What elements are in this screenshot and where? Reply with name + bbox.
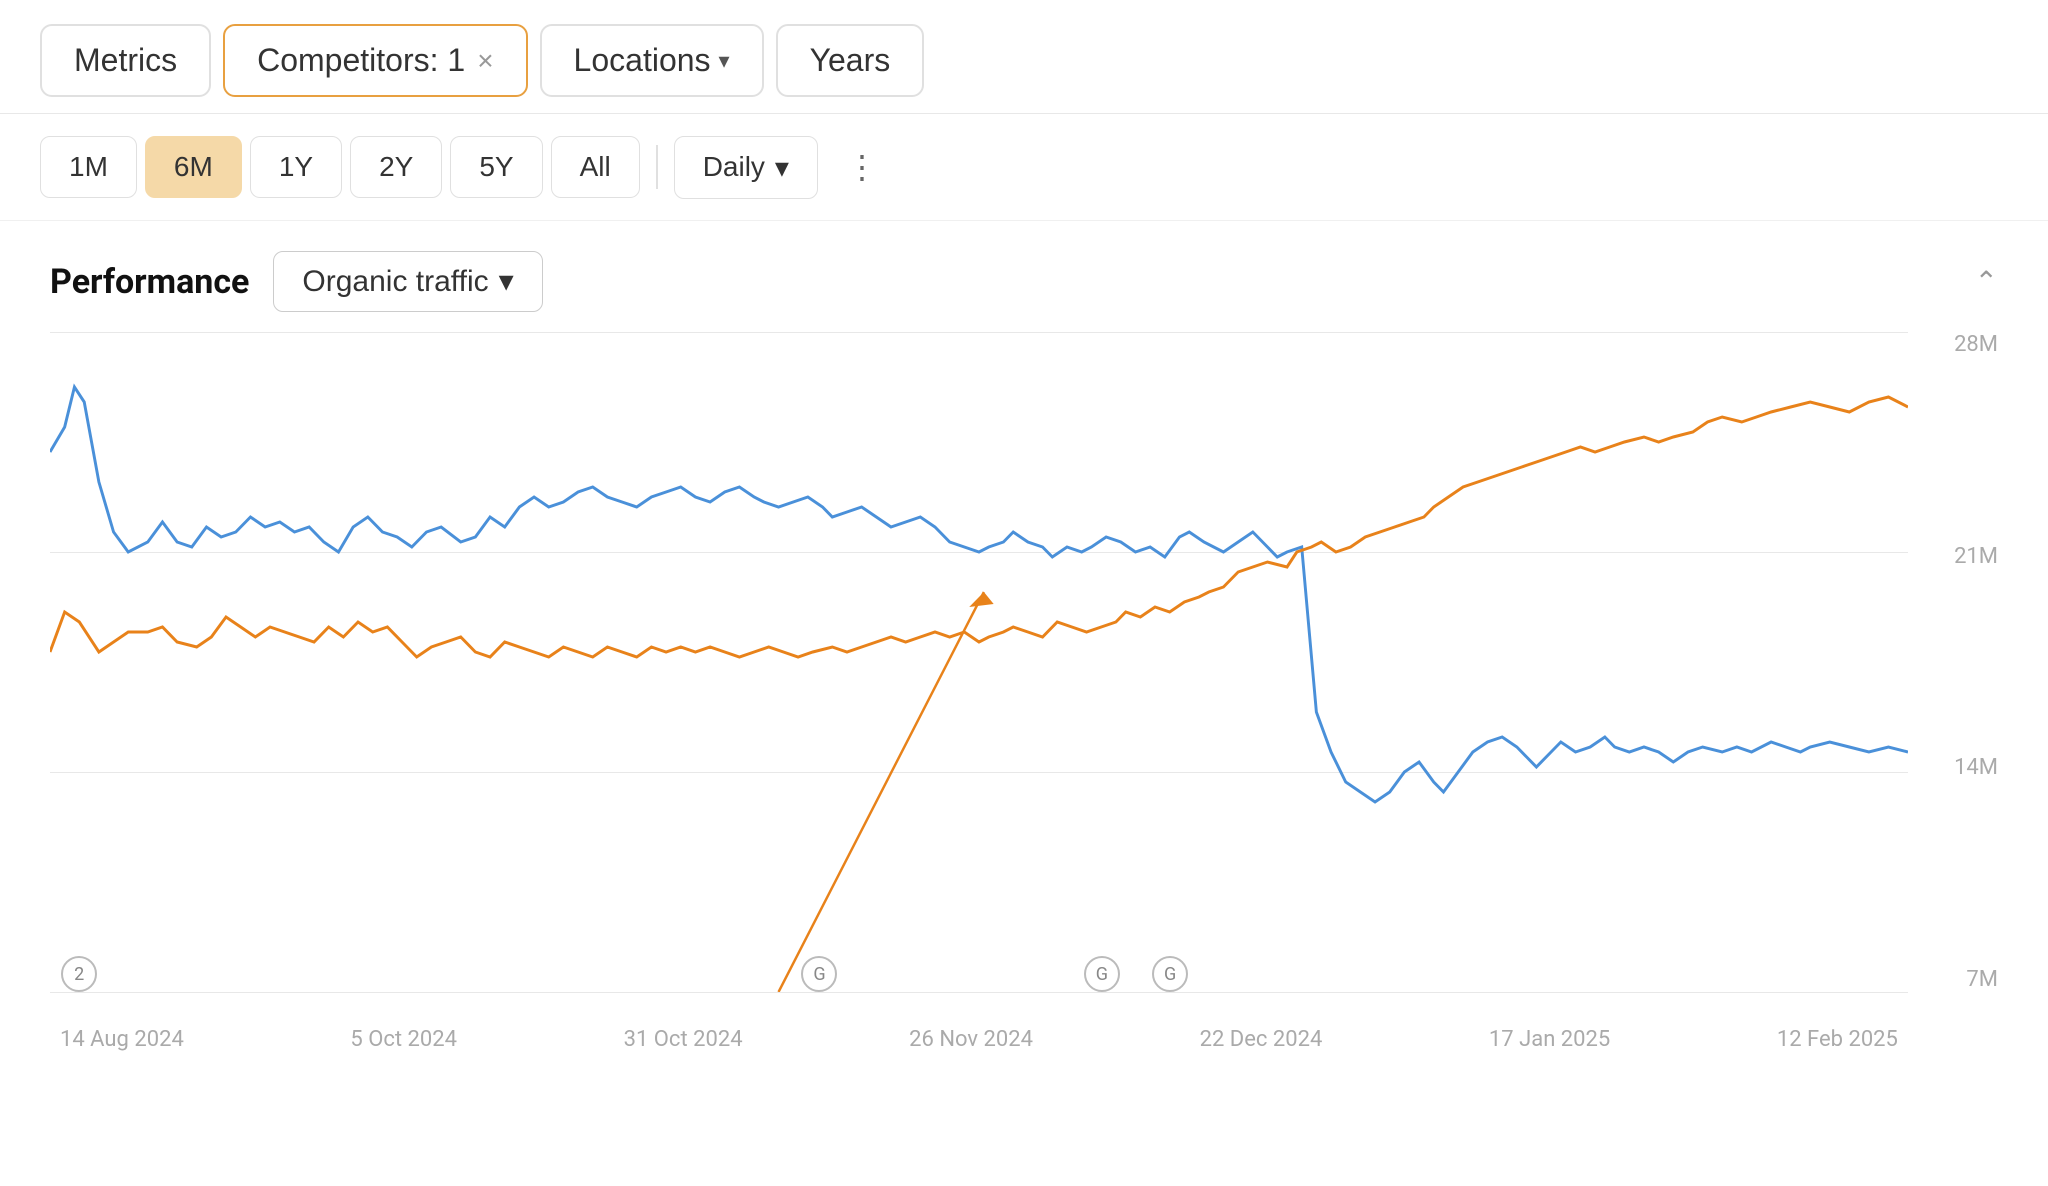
competitors-button[interactable]: Competitors: 1 ×: [223, 24, 527, 97]
x-label-nov: 26 Nov 2024: [909, 1027, 1033, 1052]
chevron-up-icon: ⌃: [1975, 266, 1998, 297]
1m-button[interactable]: 1M: [40, 136, 137, 198]
collapse-button[interactable]: ⌃: [1975, 265, 1998, 298]
metrics-button[interactable]: Metrics: [40, 24, 211, 97]
competitors-label: Competitors: 1: [257, 42, 465, 79]
daily-label: Daily: [703, 151, 765, 183]
years-button[interactable]: Years: [776, 24, 925, 97]
years-label: Years: [810, 42, 891, 79]
y-label-28m: 28M: [1954, 332, 1998, 357]
event-label-2: 2: [74, 964, 84, 985]
y-label-7m: 7M: [1966, 967, 1998, 992]
daily-chevron-icon: ▾: [775, 151, 789, 184]
event-label-g3: G: [1164, 964, 1176, 985]
x-label-aug: 14 Aug 2024: [60, 1027, 184, 1052]
dots-icon: ⋮: [846, 149, 880, 185]
orange-line: [50, 397, 1908, 657]
event-label-g2: G: [1096, 964, 1108, 985]
6m-button[interactable]: 6M: [145, 136, 242, 198]
metric-selector-chevron-icon: ▾: [499, 264, 514, 299]
x-label-feb: 12 Feb 2025: [1777, 1027, 1898, 1052]
x-axis: 14 Aug 2024 5 Oct 2024 31 Oct 2024 26 No…: [50, 992, 1908, 1052]
metric-selector-button[interactable]: Organic traffic ▾: [273, 251, 542, 312]
x-label-jan: 17 Jan 2025: [1489, 1027, 1610, 1052]
daily-button[interactable]: Daily ▾: [674, 136, 818, 199]
event-marker-g2[interactable]: G: [1084, 956, 1120, 992]
competitors-close-icon[interactable]: ×: [477, 45, 493, 77]
more-options-button[interactable]: ⋮: [826, 134, 900, 200]
metrics-label: Metrics: [74, 42, 177, 79]
y-label-21m: 21M: [1954, 544, 1998, 569]
locations-label: Locations: [574, 42, 711, 79]
all-button[interactable]: All: [551, 136, 640, 198]
chart-header-left: Performance Organic traffic ▾: [50, 251, 543, 312]
locations-button[interactable]: Locations ▾: [540, 24, 764, 97]
metric-selector-label: Organic traffic: [302, 265, 488, 299]
x-label-oct5: 5 Oct 2024: [350, 1027, 457, 1052]
event-marker-g3[interactable]: G: [1152, 956, 1188, 992]
1y-button[interactable]: 1Y: [250, 136, 342, 198]
chart-svg: [50, 332, 1908, 992]
5y-button[interactable]: 5Y: [450, 136, 542, 198]
locations-chevron-icon: ▾: [719, 48, 730, 74]
toolbar-separator: [656, 145, 658, 189]
event-label-g1: G: [813, 964, 825, 985]
x-label-dec: 22 Dec 2024: [1200, 1027, 1323, 1052]
2y-button[interactable]: 2Y: [350, 136, 442, 198]
chart-header: Performance Organic traffic ▾ ⌃: [0, 221, 2048, 322]
blue-line: [50, 387, 1908, 802]
performance-title: Performance: [50, 262, 249, 302]
x-label-oct31: 31 Oct 2024: [624, 1027, 743, 1052]
y-label-14m: 14M: [1954, 755, 1998, 780]
y-axis: 28M 21M 14M 7M: [1918, 332, 1998, 992]
event-marker-g1[interactable]: G: [801, 956, 837, 992]
top-toolbar: Metrics Competitors: 1 × Locations ▾ Yea…: [0, 0, 2048, 114]
chart-container: 28M 21M 14M 7M 14 Aug 2024 5 Oct 2024 31…: [50, 332, 1998, 1052]
second-toolbar: 1M 6M 1Y 2Y 5Y All Daily ▾ ⋮: [0, 114, 2048, 221]
event-marker-2[interactable]: 2: [61, 956, 97, 992]
chart-area: 28M 21M 14M 7M 14 Aug 2024 5 Oct 2024 31…: [50, 332, 1998, 1052]
